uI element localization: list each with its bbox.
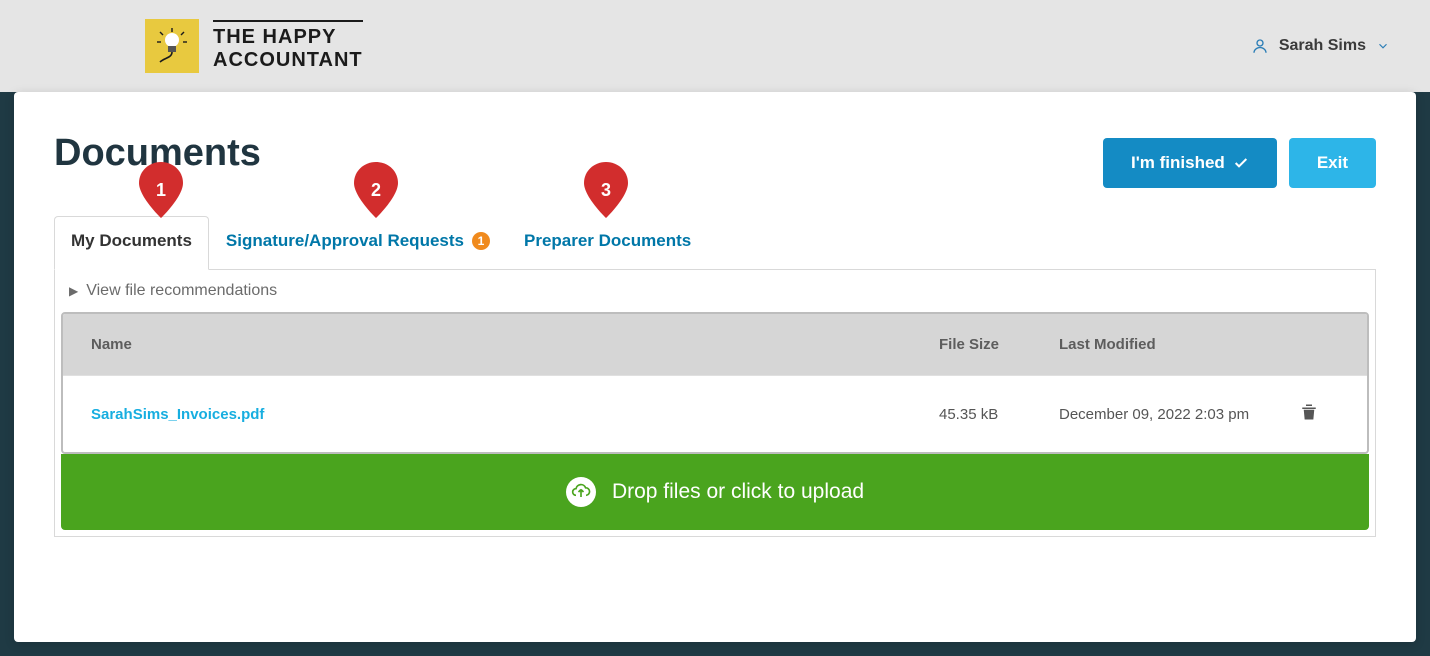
chevron-down-icon — [1376, 39, 1390, 53]
page-title: Documents — [54, 132, 261, 175]
table-row: SarahSims_Invoices.pdf 45.35 kB December… — [63, 375, 1367, 452]
brand-block: THE HAPPY ACCOUNTANT — [145, 19, 363, 73]
brand-rule — [213, 20, 363, 22]
main-card: Documents I'm finished Exit My Documents… — [14, 92, 1416, 642]
tab-panel: ▶ View file recommendations Name File Si… — [54, 270, 1376, 537]
file-size: 45.35 kB — [939, 406, 1059, 423]
finished-label: I'm finished — [1131, 153, 1225, 173]
file-modified: December 09, 2022 2:03 pm — [1059, 406, 1279, 423]
tab-preparer-documents[interactable]: Preparer Documents — [507, 216, 708, 269]
top-header: THE HAPPY ACCOUNTANT Sarah Sims — [0, 0, 1430, 92]
triangle-right-icon: ▶ — [69, 284, 78, 298]
file-table: Name File Size Last Modified SarahSims_I… — [61, 312, 1369, 454]
col-modified-header: Last Modified — [1059, 336, 1279, 353]
brand-text: THE HAPPY ACCOUNTANT — [213, 20, 363, 72]
tab-my-documents[interactable]: My Documents — [54, 216, 209, 270]
col-size-header: File Size — [939, 336, 1059, 353]
tab-preparer-documents-label: Preparer Documents — [524, 231, 691, 251]
col-name-header: Name — [91, 336, 939, 353]
cloud-upload-icon — [566, 477, 596, 507]
tab-my-documents-label: My Documents — [71, 231, 192, 251]
tab-signature-requests-label: Signature/Approval Requests — [226, 231, 464, 251]
view-recommendations-label: View file recommendations — [86, 282, 277, 300]
brand-line2: ACCOUNTANT — [213, 49, 363, 72]
header-buttons: I'm finished Exit — [1103, 138, 1376, 188]
file-link[interactable]: SarahSims_Invoices.pdf — [91, 406, 264, 423]
upload-dropzone[interactable]: Drop files or click to upload — [61, 454, 1369, 530]
dark-frame: Documents I'm finished Exit My Documents… — [0, 92, 1430, 656]
user-icon — [1251, 37, 1269, 55]
check-icon — [1233, 155, 1249, 171]
table-header: Name File Size Last Modified — [63, 314, 1367, 375]
brand-line1: THE HAPPY — [213, 26, 363, 49]
user-menu[interactable]: Sarah Sims — [1251, 37, 1390, 55]
delete-button[interactable] — [1300, 409, 1318, 426]
user-name: Sarah Sims — [1279, 37, 1366, 55]
tab-bar: My Documents Signature/Approval Requests… — [54, 216, 1376, 270]
col-actions-header — [1279, 336, 1339, 353]
tab-signature-requests[interactable]: Signature/Approval Requests 1 — [209, 216, 507, 269]
finished-button[interactable]: I'm finished — [1103, 138, 1277, 188]
brand-logo — [145, 19, 199, 73]
tab-signature-badge: 1 — [472, 232, 490, 250]
card-header: Documents I'm finished Exit — [54, 132, 1376, 188]
exit-label: Exit — [1317, 153, 1348, 173]
exit-button[interactable]: Exit — [1289, 138, 1376, 188]
dropzone-label: Drop files or click to upload — [612, 480, 864, 504]
lightbulb-icon — [152, 26, 192, 66]
view-recommendations-toggle[interactable]: ▶ View file recommendations — [55, 270, 1375, 312]
trash-icon — [1300, 402, 1318, 422]
